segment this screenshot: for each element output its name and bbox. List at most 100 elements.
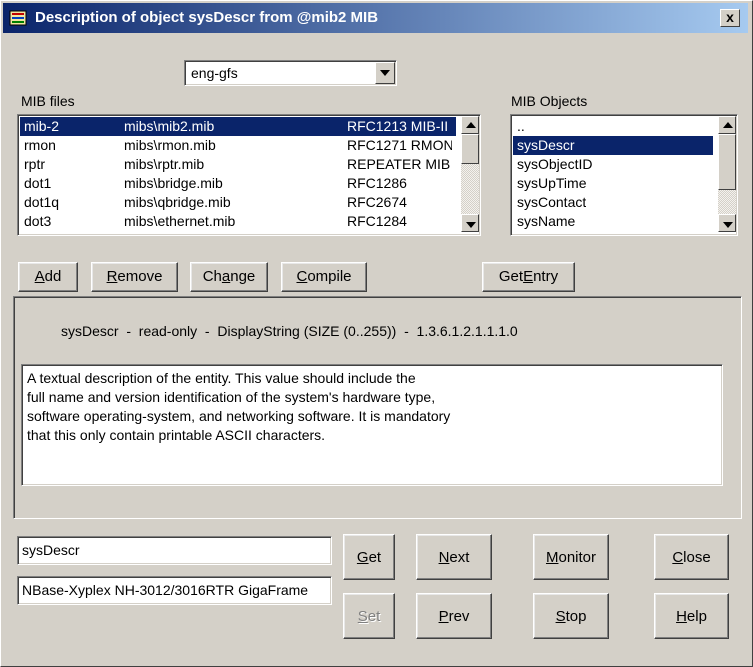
object-name: .. xyxy=(517,118,525,134)
set-button[interactable]: Set xyxy=(343,593,395,639)
next-button[interactable]: Next xyxy=(416,534,492,580)
close-button[interactable]: Close xyxy=(654,534,729,580)
list-item[interactable]: mib-2 mibs\mib2.mib RFC1213 MIB-II xyxy=(20,117,456,136)
file-path: mibs\mib2.mib xyxy=(124,118,215,134)
list-item[interactable]: sysUpTime xyxy=(513,174,713,193)
get-entry-label: ntry xyxy=(533,268,559,285)
scroll-down-button[interactable] xyxy=(461,214,479,232)
list-item[interactable]: sysName xyxy=(513,212,713,231)
mib-group-dropdown[interactable]: eng-gfs xyxy=(184,60,397,86)
file-path: mibs\rmon.mib xyxy=(124,137,216,153)
object-name: sysName xyxy=(517,213,576,229)
file-rfc: RFC2674 xyxy=(347,194,407,210)
get-entry-label-pre: Get xyxy=(498,268,524,285)
object-name-field[interactable]: sysDescr xyxy=(17,536,332,565)
app-icon xyxy=(9,10,27,26)
chevron-down-icon xyxy=(723,222,733,228)
monitor-button[interactable]: Monitor xyxy=(533,534,609,580)
file-name: rptr xyxy=(24,156,45,172)
next-label: ext xyxy=(449,549,470,566)
change-button[interactable]: Change xyxy=(190,262,268,292)
get-label: et xyxy=(368,549,382,566)
mib-objects-list[interactable]: .. sysDescr sysObjectID sysUpTime sysCon… xyxy=(510,114,738,236)
file-rfc: RFC1286 xyxy=(347,175,407,191)
dialog-window: Description of object sysDescr from @mib… xyxy=(0,0,753,667)
add-button[interactable]: Add xyxy=(18,262,78,292)
stop-label: top xyxy=(565,608,587,625)
list-item[interactable]: sysDescr xyxy=(513,136,713,155)
get-mnemonic: G xyxy=(356,549,369,566)
get-entry-button[interactable]: Get Entry xyxy=(482,262,575,292)
stop-mnemonic: S xyxy=(555,608,566,625)
remove-button[interactable]: Remove xyxy=(91,262,178,292)
chevron-down-icon xyxy=(380,70,390,76)
chevron-up-icon xyxy=(723,122,733,128)
list-item[interactable]: rptr mibs\rptr.mib REPEATER MIB xyxy=(20,155,456,174)
scroll-down-button[interactable] xyxy=(718,214,736,232)
object-name: sysContact xyxy=(517,194,587,210)
file-rfc: RFC1284 xyxy=(347,213,407,229)
next-mnemonic: N xyxy=(438,549,450,566)
mib-files-label: MIB files xyxy=(21,93,75,109)
mib-files-scrollbar[interactable] xyxy=(461,116,479,232)
dropdown-value: eng-gfs xyxy=(191,65,238,81)
close-label: lose xyxy=(683,549,711,566)
help-mnemonic: H xyxy=(676,608,687,625)
mib-objects-label: MIB Objects xyxy=(511,93,588,109)
list-item[interactable]: sysObjectID xyxy=(513,155,713,174)
chevron-down-icon xyxy=(466,222,476,228)
file-path: mibs\qbridge.mib xyxy=(124,194,231,210)
file-name: dot3 xyxy=(24,213,52,229)
get-entry-mnemonic: E xyxy=(523,268,534,285)
window-title: Description of object sysDescr from @mib… xyxy=(35,9,379,26)
compile-mnemonic: C xyxy=(296,268,308,285)
help-button[interactable]: Help xyxy=(654,593,729,639)
change-mnemonic: a xyxy=(221,268,231,285)
stop-button[interactable]: Stop xyxy=(533,593,609,639)
object-name: sysUpTime xyxy=(517,175,587,191)
file-path: mibs\ethernet.mib xyxy=(124,213,236,229)
compile-button[interactable]: Compile xyxy=(281,262,367,292)
prev-label: rev xyxy=(448,608,470,625)
list-item[interactable]: dot1 mibs\bridge.mib RFC1286 xyxy=(20,174,456,193)
description-line: A textual description of the entity. Thi… xyxy=(27,370,416,386)
get-button[interactable]: Get xyxy=(343,534,395,580)
close-window-button[interactable]: x xyxy=(720,9,740,27)
file-rfc: RFC1213 MIB-II xyxy=(347,118,449,134)
list-item[interactable]: dot3 mibs\ethernet.mib RFC1284 xyxy=(20,212,456,231)
dropdown-button[interactable] xyxy=(375,62,395,84)
list-item[interactable]: .. xyxy=(513,117,713,136)
prev-mnemonic: P xyxy=(438,608,449,625)
object-name-value: sysDescr xyxy=(22,542,80,558)
mib-files-list[interactable]: mib-2 mibs\mib2.mib RFC1213 MIB-II rmon … xyxy=(17,114,481,236)
add-mnemonic: A xyxy=(34,268,45,285)
compile-label: ompile xyxy=(307,268,352,285)
set-mnemonic: S xyxy=(357,608,368,625)
scroll-thumb[interactable] xyxy=(718,134,736,190)
value-field[interactable]: NBase-Xyplex NH-3012/3016RTR GigaFrame xyxy=(17,576,332,605)
description-line: software operating-system, and networkin… xyxy=(27,408,451,424)
file-path: mibs\bridge.mib xyxy=(124,175,223,191)
object-signature: sysDescr - read-only - DisplayString (SI… xyxy=(61,323,518,339)
object-name: sysDescr xyxy=(517,137,575,153)
change-label-pre: Ch xyxy=(202,268,222,285)
list-item[interactable]: rmon mibs\rmon.mib RFC1271 RMON xyxy=(20,136,456,155)
file-name: dot1 xyxy=(24,175,52,191)
list-item[interactable]: sysContact xyxy=(513,193,713,212)
scroll-up-button[interactable] xyxy=(461,116,479,134)
file-name: rmon xyxy=(24,137,56,153)
remove-mnemonic: R xyxy=(106,268,118,285)
monitor-label: onitor xyxy=(558,549,597,566)
list-item[interactable]: dot1q mibs\qbridge.mib RFC2674 xyxy=(20,193,456,212)
title-bar[interactable]: Description of object sysDescr from @mib… xyxy=(3,3,748,33)
mib-objects-scrollbar[interactable] xyxy=(718,116,736,232)
file-name: mib-2 xyxy=(24,118,60,134)
description-line: full name and version identification of … xyxy=(27,389,436,405)
help-label: elp xyxy=(686,608,707,625)
scroll-thumb[interactable] xyxy=(461,134,479,164)
object-description-box[interactable]: A textual description of the entity. Thi… xyxy=(21,364,723,486)
file-path: mibs\rptr.mib xyxy=(124,156,205,172)
prev-button[interactable]: Prev xyxy=(416,593,492,639)
scroll-up-button[interactable] xyxy=(718,116,736,134)
add-label: dd xyxy=(44,268,62,285)
